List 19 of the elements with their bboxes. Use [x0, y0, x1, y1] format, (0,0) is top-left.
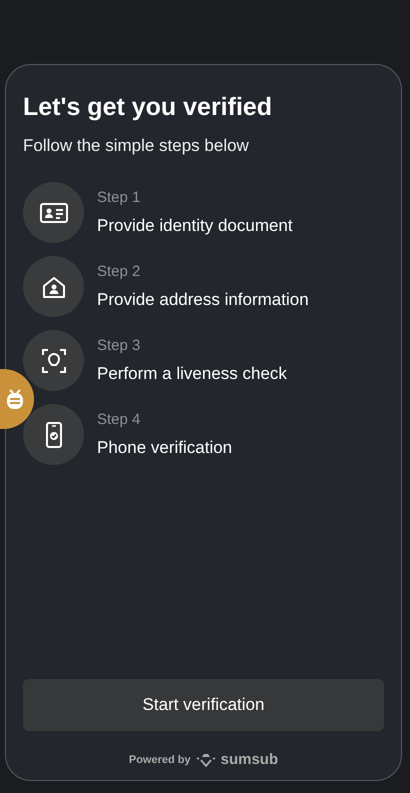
start-verification-button[interactable]: Start verification [23, 679, 384, 731]
phone-check-icon [46, 422, 62, 448]
step-label: Provide identity document [97, 216, 293, 236]
face-scan-icon [42, 348, 66, 372]
step-number: Step 2 [97, 263, 142, 280]
bug-icon [4, 387, 26, 411]
page-title: Let's get you verified [23, 93, 274, 122]
step-number: Step 1 [97, 189, 142, 206]
logo-icon [196, 752, 216, 766]
powered-by-text: Powered by [128, 754, 191, 766]
step-label: Provide address information [97, 290, 309, 310]
step-number: Step 3 [97, 337, 142, 354]
step-label: Perform a liveness check [97, 364, 287, 384]
id-card-icon [40, 202, 68, 222]
step-number: Step 4 [97, 411, 142, 428]
subtitle: Follow the simple steps below [23, 136, 250, 156]
house-icon [42, 276, 66, 298]
brand-name: sumsub [220, 751, 278, 768]
step-label: Phone verification [97, 438, 232, 458]
